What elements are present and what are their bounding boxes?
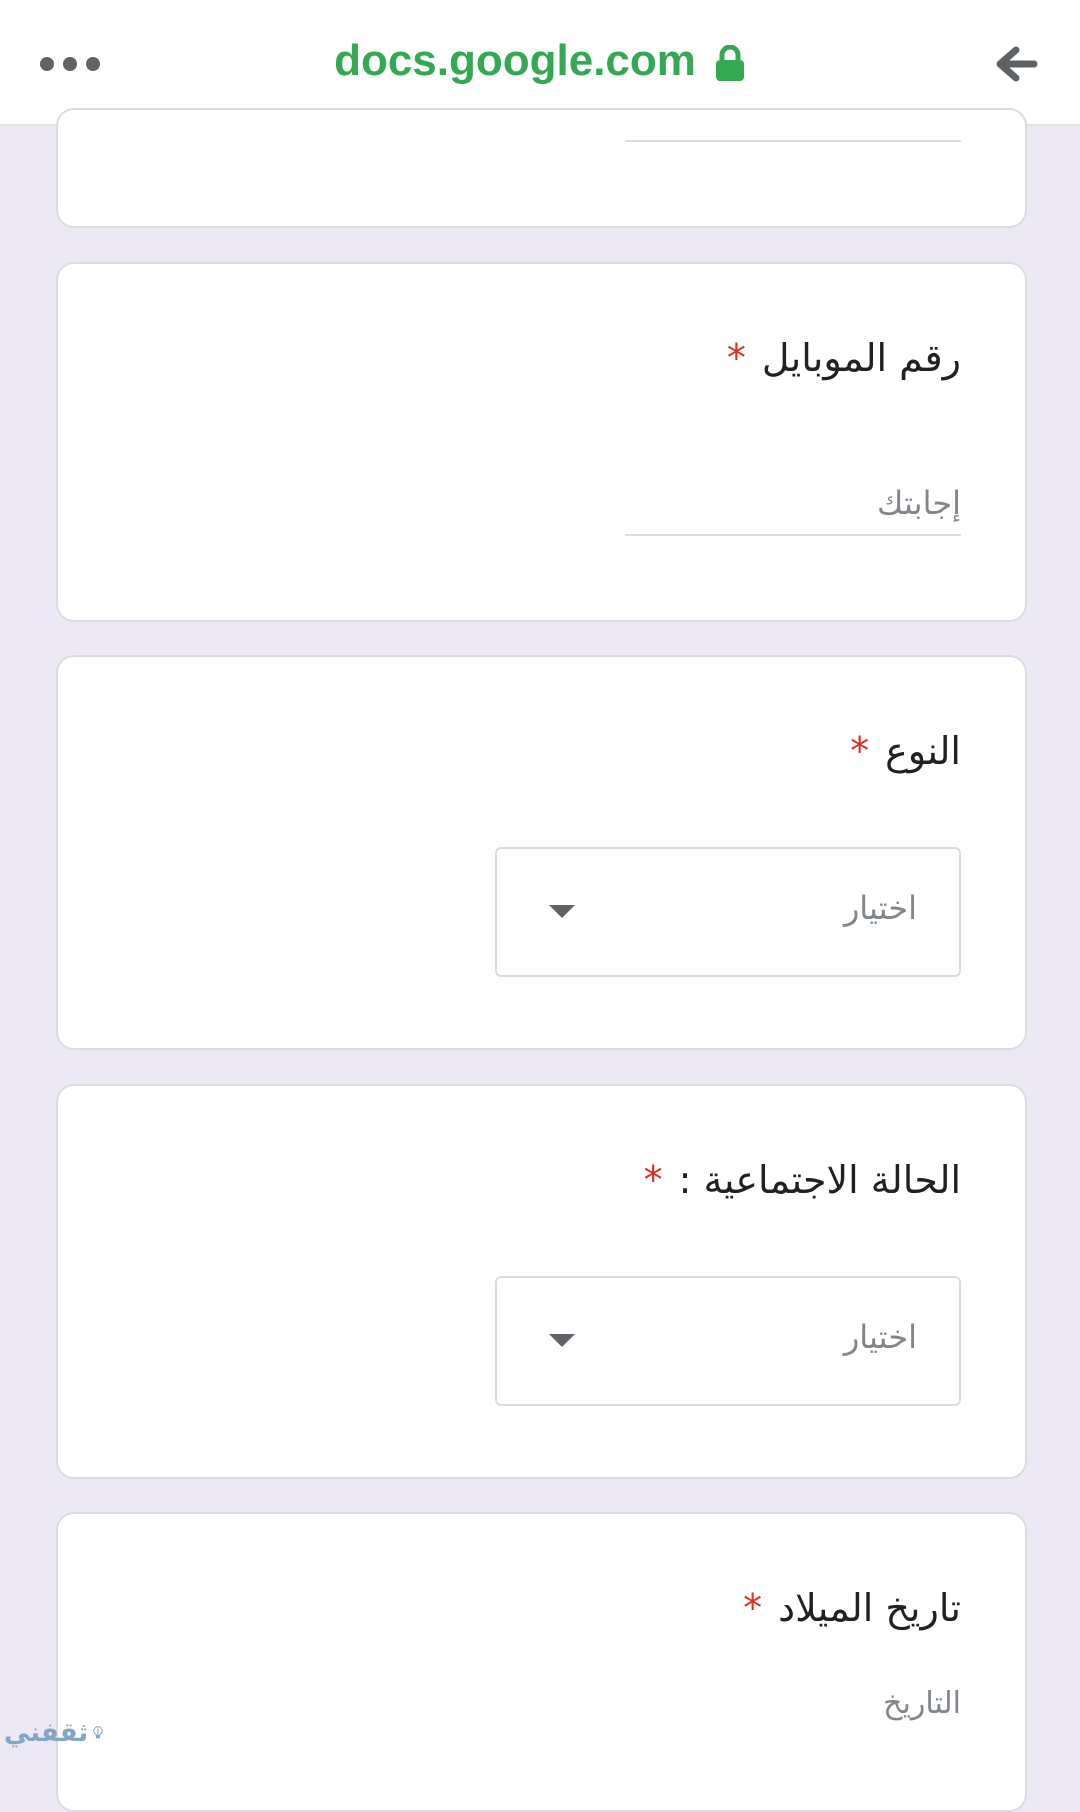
question-title-text: الحالة الاجتماعية : bbox=[678, 1158, 961, 1202]
question-card-mobile: رقم الموبايل * إجابتك bbox=[56, 262, 1027, 622]
gender-dropdown[interactable]: اختيار bbox=[495, 847, 961, 977]
caret-down-icon bbox=[549, 1334, 575, 1347]
answer-underline bbox=[625, 140, 961, 142]
answer-placeholder: إجابتك bbox=[877, 484, 961, 522]
url-text: docs.google.com bbox=[334, 36, 696, 85]
date-field-label[interactable]: التاريخ bbox=[883, 1686, 961, 1721]
lightbulb-icon bbox=[93, 1726, 103, 1739]
lock-icon bbox=[715, 45, 744, 82]
question-title: رقم الموبايل * bbox=[727, 336, 961, 380]
arrow-back-icon[interactable] bbox=[992, 40, 1040, 88]
required-asterisk: * bbox=[743, 1586, 763, 1630]
dropdown-selected-value: اختيار bbox=[843, 1318, 917, 1356]
required-asterisk: * bbox=[850, 729, 870, 773]
question-title: الحالة الاجتماعية : * bbox=[644, 1158, 961, 1202]
dropdown-selected-value: اختيار bbox=[843, 889, 917, 927]
question-card-birth-date: تاريخ الميلاد * التاريخ bbox=[56, 1512, 1027, 1812]
address-bar[interactable]: docs.google.com bbox=[0, 36, 1080, 86]
question-title-text: النوع bbox=[885, 729, 961, 773]
question-title-text: تاريخ الميلاد bbox=[778, 1586, 961, 1630]
watermark-text: ثقفني bbox=[4, 1718, 89, 1748]
question-title: تاريخ الميلاد * bbox=[743, 1586, 961, 1630]
mobile-number-input[interactable]: إجابتك bbox=[625, 476, 961, 536]
required-asterisk: * bbox=[726, 336, 746, 380]
site-watermark: ثقفني bbox=[4, 1710, 104, 1756]
required-asterisk: * bbox=[643, 1158, 663, 1202]
question-card-marital-status: الحالة الاجتماعية : * اختيار bbox=[56, 1084, 1027, 1479]
question-card-gender: النوع * اختيار bbox=[56, 655, 1027, 1050]
question-card-previous bbox=[56, 108, 1027, 228]
marital-status-dropdown[interactable]: اختيار bbox=[495, 1276, 961, 1406]
question-title: النوع * bbox=[850, 729, 961, 773]
caret-down-icon bbox=[549, 905, 575, 918]
question-title-text: رقم الموبايل bbox=[761, 336, 961, 380]
